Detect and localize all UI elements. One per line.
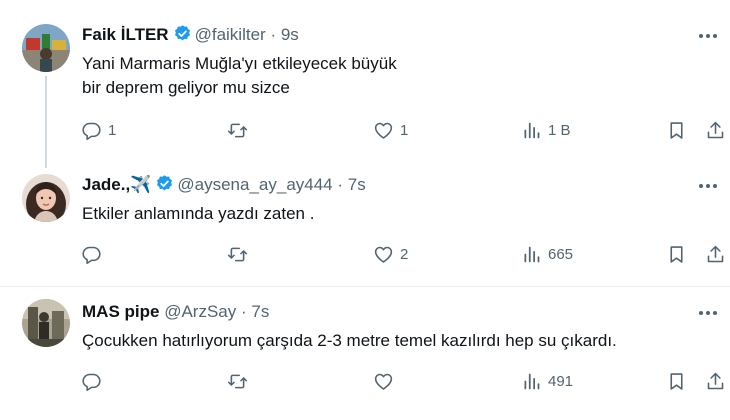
- retweet-button[interactable]: [227, 371, 254, 392]
- bookmark-icon: [670, 246, 683, 263]
- author-emoji: ✈️: [130, 175, 152, 194]
- tweet-jade[interactable]: Jade.,✈️ @aysena_ay_ay444 · 7s Etkiler an…: [0, 160, 730, 286]
- avatar-maspipe[interactable]: [22, 299, 70, 347]
- separator-dot: ·: [270, 25, 277, 44]
- like-button[interactable]: 1: [373, 120, 408, 141]
- more-icon[interactable]: [696, 303, 720, 323]
- bookmark-icon: [670, 373, 683, 390]
- views-count: 665: [548, 246, 574, 263]
- like-icon: [374, 122, 393, 139]
- author-handle[interactable]: @ArzSay: [164, 302, 236, 321]
- avatar-faik[interactable]: [22, 24, 70, 72]
- bookmark-button[interactable]: [666, 244, 687, 265]
- bookmark-icon: [670, 122, 683, 139]
- reply-icon: [82, 246, 101, 265]
- reply-count: 1: [108, 122, 117, 139]
- tweet-header: Faik İLTER @faikilter · 9s: [82, 24, 299, 46]
- views-icon: [524, 122, 540, 139]
- author-name[interactable]: Faik İLTER: [82, 25, 169, 44]
- like-button[interactable]: [373, 371, 400, 392]
- avatar-jade[interactable]: [22, 174, 70, 222]
- tweet-actions: 1 1 1 B: [0, 120, 730, 144]
- like-count: 1: [400, 122, 409, 139]
- share-button[interactable]: [705, 371, 726, 392]
- retweet-icon: [227, 123, 248, 138]
- separator-dot: ·: [240, 302, 247, 321]
- author-handle[interactable]: @aysena_ay_ay444: [177, 175, 332, 194]
- verified-badge-icon: [173, 24, 192, 43]
- like-icon: [374, 246, 393, 263]
- share-icon: [707, 245, 724, 263]
- tweet-header: Jade.,✈️ @aysena_ay_ay444 · 7s: [82, 174, 366, 196]
- tweet-faik[interactable]: Faik İLTER @faikilter · 9s Yani Marmaris …: [0, 0, 730, 168]
- views-button[interactable]: 491: [521, 371, 573, 392]
- like-count: 2: [400, 246, 409, 263]
- retweet-icon: [227, 374, 248, 389]
- share-icon: [707, 372, 724, 390]
- views-count: 1 B: [548, 122, 571, 139]
- tweet-maspipe[interactable]: MAS pipe @ArzSay · 7s Çocukken hatırlıyo…: [0, 287, 730, 420]
- author-handle[interactable]: @faikilter: [195, 25, 266, 44]
- retweet-button[interactable]: [227, 120, 254, 141]
- tweet-text: Yani Marmaris Muğla'yı etkileyecek büyük…: [82, 54, 397, 97]
- reply-button[interactable]: 1: [81, 120, 116, 141]
- views-icon: [524, 373, 540, 390]
- bookmark-button[interactable]: [666, 371, 687, 392]
- like-button[interactable]: 2: [373, 244, 408, 265]
- tweet-text: Etkiler anlamında yazdı zaten .: [82, 204, 315, 223]
- retweet-icon: [227, 247, 248, 262]
- verified-badge-icon: [155, 174, 174, 193]
- views-icon: [524, 246, 540, 263]
- more-icon[interactable]: [696, 26, 720, 46]
- tweet-header: MAS pipe @ArzSay · 7s: [82, 301, 269, 323]
- views-button[interactable]: 665: [521, 244, 573, 265]
- reply-icon: [82, 122, 101, 141]
- views-count: 491: [548, 373, 574, 390]
- share-button[interactable]: [705, 120, 726, 141]
- more-icon[interactable]: [696, 176, 720, 196]
- tweet-time[interactable]: 7s: [251, 302, 269, 321]
- reply-button[interactable]: [81, 244, 108, 265]
- share-button[interactable]: [705, 244, 726, 265]
- tweet-actions: 491: [0, 371, 730, 395]
- author-name[interactable]: Jade.,: [82, 175, 130, 194]
- separator-dot: ·: [337, 175, 344, 194]
- like-icon: [374, 373, 393, 390]
- reply-button[interactable]: [81, 371, 108, 392]
- author-name[interactable]: MAS pipe: [82, 302, 159, 321]
- bookmark-button[interactable]: [666, 120, 687, 141]
- tweet-time[interactable]: 7s: [348, 175, 366, 194]
- views-button[interactable]: 1 B: [521, 120, 571, 141]
- tweet-actions: 2 665: [0, 244, 730, 268]
- tweet-text: Çocukken hatırlıyorum çarşıda 2-3 metre …: [82, 331, 617, 350]
- tweet-time[interactable]: 9s: [281, 25, 299, 44]
- reply-icon: [82, 373, 101, 392]
- retweet-button[interactable]: [227, 244, 254, 265]
- share-icon: [707, 121, 724, 139]
